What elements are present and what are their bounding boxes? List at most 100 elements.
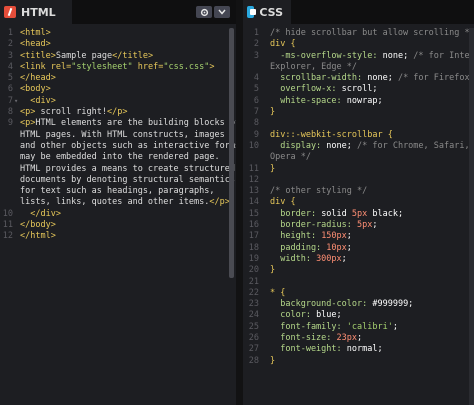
- code-line[interactable]: 15 border: solid 5px black;: [243, 209, 474, 220]
- code-line[interactable]: 2 div {: [243, 39, 474, 50]
- code-line[interactable]: HTML provides a means to create structur…: [0, 164, 236, 175]
- code-line[interactable]: 22 * {: [243, 288, 474, 299]
- code-token: may be embedded into the rendered page.: [20, 152, 220, 163]
- code-line[interactable]: 6 white-space: nowrap;: [243, 96, 474, 107]
- code-line[interactable]: HTML pages. With HTML constructs, images: [0, 130, 236, 141]
- code-line[interactable]: lists, links, quotes and other items.</p…: [0, 197, 236, 208]
- code-text: <p>HTML elements are the building blocks…: [20, 118, 236, 129]
- code-text: <head>: [20, 39, 51, 50]
- line-number: 12: [2, 231, 13, 242]
- line-number: 27: [248, 344, 259, 355]
- code-token: none;: [326, 140, 352, 151]
- code-line[interactable]: 3 -ms-overflow-style: none; /* for Inter…: [243, 51, 474, 62]
- code-line[interactable]: 4 scrollbar-width: none; /* for Firefox …: [243, 73, 474, 84]
- code-text: }: [270, 265, 275, 276]
- code-token: and other objects such as interactive fo…: [20, 140, 236, 151]
- code-line[interactable]: 8 <p> scroll right!</p>: [0, 107, 236, 118]
- code-line[interactable]: 10 display: none; /* for Chrome, Safari,…: [243, 141, 474, 152]
- html-tab[interactable]: HTML: [0, 0, 72, 24]
- code-token: <p>: [20, 118, 36, 129]
- chevron-down-icon: [218, 9, 226, 15]
- code-line[interactable]: documents by denoting structural semanti…: [0, 175, 236, 186]
- code-line[interactable]: 17 height: 150px;: [243, 231, 474, 242]
- settings-button[interactable]: [196, 6, 212, 18]
- code-text: -ms-overflow-style: none; /* for Interne…: [270, 51, 474, 62]
- fold-toggle-icon[interactable]: ▾: [14, 96, 18, 107]
- code-token: for text such as headings, paragraphs,: [20, 186, 215, 197]
- code-line[interactable]: 11}: [243, 164, 474, 175]
- html-scrollbar[interactable]: [229, 28, 234, 278]
- code-text: div {: [270, 39, 296, 50]
- html-badge-icon: [4, 6, 16, 18]
- css-code-area[interactable]: 1 /* hide scrollbar but allow scrolling *…: [243, 28, 474, 405]
- code-line[interactable]: 7 ▾ <div>: [0, 96, 236, 107]
- code-text: overflow-x: scroll;: [270, 84, 377, 95]
- line-number: 21: [248, 276, 259, 287]
- code-text: lists, links, quotes and other items.</p…: [20, 197, 230, 208]
- css-pane-header: CSS: [243, 0, 474, 24]
- code-line[interactable]: 6 <body>: [0, 84, 236, 95]
- code-line[interactable]: 24 color: blue;: [243, 310, 474, 321]
- html-editor-pane[interactable]: HTML 1 <html> 2 <head> 3 <title>Sample page</…: [0, 0, 236, 405]
- code-line[interactable]: 28}: [243, 356, 474, 367]
- css-scrollbar[interactable]: [469, 28, 474, 405]
- code-token: }: [270, 163, 276, 174]
- html-code-area[interactable]: 1 <html> 2 <head> 3 <title>Sample page</title…: [0, 28, 236, 405]
- code-line[interactable]: 9 div::-webkit-scrollbar {: [243, 130, 474, 141]
- code-line[interactable]: 21: [243, 277, 474, 288]
- collapse-button[interactable]: [214, 6, 230, 18]
- code-text: <link rel="stylesheet" href="css.css">: [20, 62, 215, 73]
- code-token: >: [209, 61, 215, 72]
- code-line[interactable]: may be embedded into the rendered page.: [0, 152, 236, 163]
- code-token: black;: [367, 208, 404, 219]
- css-editor-pane[interactable]: CSS 1 /* hide scrollbar but allow scrolli…: [243, 0, 474, 405]
- code-line[interactable]: 8: [243, 118, 474, 129]
- code-text: padding: 10px;: [270, 243, 352, 254]
- code-line[interactable]: 12: [243, 175, 474, 186]
- code-line[interactable]: 10 </div>: [0, 209, 236, 220]
- code-line[interactable]: 25 font-family: 'calibri';: [243, 322, 474, 333]
- code-line[interactable]: 9 <p>HTML elements are the building block…: [0, 118, 236, 129]
- code-line[interactable]: 26 font-size: 23px;: [243, 333, 474, 344]
- code-line[interactable]: 7}: [243, 107, 474, 118]
- code-line[interactable]: 16 border-radius: 5px;: [243, 220, 474, 231]
- code-token: /* hide scrollbar but allow scrolling */: [270, 28, 474, 38]
- code-line[interactable]: 27 font-weight: normal;: [243, 344, 474, 355]
- code-line[interactable]: 2 <head>: [0, 39, 236, 50]
- code-line[interactable]: and other objects such as interactive fo…: [0, 141, 236, 152]
- code-line[interactable]: 3 <title>Sample page</title>: [0, 51, 236, 62]
- code-line[interactable]: 14 div {: [243, 197, 474, 208]
- code-line[interactable]: Opera */: [243, 152, 474, 163]
- code-line[interactable]: 23 background-color: #999999;: [243, 299, 474, 310]
- line-number: 6: [7, 84, 13, 95]
- code-token: HTML elements are the building blocks of: [35, 118, 236, 129]
- code-line[interactable]: for text such as headings, paragraphs,: [0, 186, 236, 197]
- code-line[interactable]: 19 width: 300px;: [243, 254, 474, 265]
- code-text: background-color: #999999;: [270, 299, 413, 310]
- code-line[interactable]: 12 </html>: [0, 231, 236, 242]
- line-number: 8: [7, 107, 13, 118]
- code-line[interactable]: 11 </body>: [0, 220, 236, 231]
- code-line[interactable]: 20}: [243, 265, 474, 276]
- code-line[interactable]: 5 </head>: [0, 73, 236, 84]
- code-token: Opera */: [270, 152, 311, 163]
- code-text: color: blue;: [270, 310, 341, 321]
- code-token: height:: [270, 231, 322, 242]
- code-text: display: none; /* for Chrome, Safari, an…: [270, 141, 474, 152]
- code-line[interactable]: 13 /* other styling */: [243, 186, 474, 197]
- line-number: 23: [248, 299, 259, 310]
- pane-resize-handle[interactable]: [236, 0, 243, 405]
- code-text: /* other styling */: [270, 186, 367, 197]
- code-line[interactable]: 1 /* hide scrollbar but allow scrolling *…: [243, 28, 474, 39]
- line-number: 6: [253, 95, 259, 106]
- code-token: </div>: [30, 208, 61, 219]
- code-line[interactable]: 18 padding: 10px;: [243, 243, 474, 254]
- code-line[interactable]: Explorer, Edge */: [243, 62, 474, 73]
- line-number: 19: [248, 253, 259, 264]
- code-line[interactable]: 5 overflow-x: scroll;: [243, 84, 474, 95]
- html-pane-header: HTML: [0, 0, 236, 24]
- code-text: </div>: [20, 209, 61, 220]
- code-line[interactable]: 4 <link rel="stylesheet" href="css.css">: [0, 62, 236, 73]
- css-tab[interactable]: CSS: [243, 0, 291, 24]
- code-line[interactable]: 1 <html>: [0, 28, 236, 39]
